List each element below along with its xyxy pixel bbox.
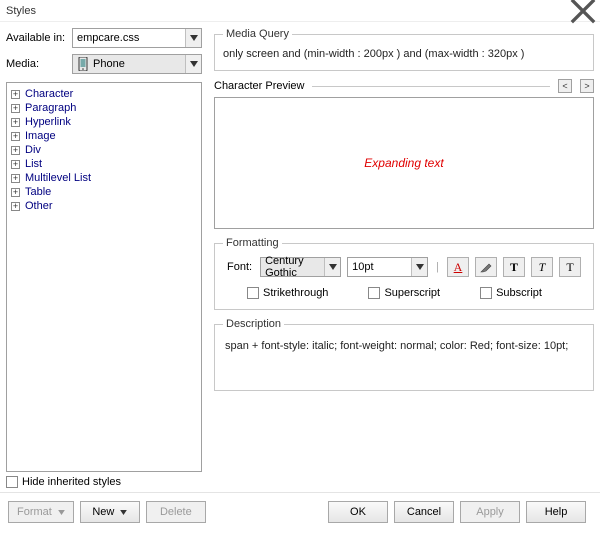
ok-button-label: OK — [350, 506, 366, 518]
strikethrough-checkbox[interactable]: Strikethrough — [247, 287, 328, 299]
hide-inherited-label: Hide inherited styles — [22, 476, 121, 488]
tree-item-hyperlink[interactable]: + Hyperlink — [9, 115, 199, 129]
preview-next-button[interactable]: > — [580, 79, 594, 93]
checkbox-icon — [368, 287, 380, 299]
cancel-button-label: Cancel — [407, 506, 441, 518]
chevron-down-icon — [120, 506, 127, 518]
tree-item-image[interactable]: + Image — [9, 129, 199, 143]
preview-prev-button[interactable]: < — [558, 79, 572, 93]
style-tree[interactable]: +Character +Paragraph +Hyperlink +Image … — [6, 82, 202, 472]
media-query-text: only screen and (min-width : 200px ) and… — [223, 46, 585, 62]
normal-button[interactable]: T — [559, 257, 581, 277]
media-combo[interactable]: Phone — [72, 54, 202, 74]
highlight-icon — [480, 261, 492, 273]
tree-item-paragraph[interactable]: + Paragraph — [9, 101, 199, 115]
tree-item-other[interactable]: + Other — [9, 199, 199, 213]
tree-item-label: Other — [25, 199, 53, 213]
italic-button[interactable]: T — [531, 257, 553, 277]
close-button[interactable] — [569, 2, 597, 20]
chevron-down-icon — [324, 258, 340, 276]
formatting-legend: Formatting — [223, 237, 282, 249]
tree-item-label: Multilevel List — [25, 171, 91, 185]
apply-button[interactable]: Apply — [460, 501, 520, 523]
superscript-checkbox[interactable]: Superscript — [368, 287, 440, 299]
apply-button-label: Apply — [476, 506, 504, 518]
tree-item-character[interactable]: + Character — [9, 87, 199, 101]
checkbox-icon — [247, 287, 259, 299]
font-size-value: 10pt — [352, 261, 373, 273]
media-query-legend: Media Query — [223, 28, 292, 40]
media-label: Media: — [6, 58, 72, 70]
chevron-down-icon — [185, 55, 201, 73]
media-query-group: Media Query only screen and (min-width :… — [214, 28, 594, 71]
checkbox-icon — [6, 476, 18, 488]
font-value: Century Gothic — [265, 255, 322, 279]
delete-button-label: Delete — [160, 506, 192, 518]
tree-item-label: Paragraph — [25, 101, 76, 115]
chevron-down-icon — [411, 258, 427, 276]
description-text: span + font-style: italic; font-weight: … — [223, 336, 585, 382]
close-icon — [569, 0, 597, 25]
help-button-label: Help — [545, 506, 568, 518]
ok-button[interactable]: OK — [328, 501, 388, 523]
tree-item-label: Hyperlink — [25, 115, 71, 129]
description-group: Description span + font-style: italic; f… — [214, 318, 594, 391]
tree-item-div[interactable]: + Div — [9, 143, 199, 157]
description-legend: Description — [223, 318, 284, 330]
character-preview-label: Character Preview — [214, 80, 304, 92]
cancel-button[interactable]: Cancel — [394, 501, 454, 523]
tree-item-list[interactable]: + List — [9, 157, 199, 171]
highlight-button[interactable] — [475, 257, 497, 277]
font-combo[interactable]: Century Gothic — [260, 257, 341, 277]
character-preview-box: Expanding text — [214, 97, 594, 229]
expand-icon[interactable]: + — [11, 118, 20, 127]
available-in-label: Available in: — [6, 32, 72, 44]
hide-inherited-checkbox[interactable]: Hide inherited styles — [6, 476, 121, 488]
superscript-label: Superscript — [384, 287, 440, 299]
tree-item-label: Table — [25, 185, 51, 199]
expand-icon[interactable]: + — [11, 104, 20, 113]
tree-item-table[interactable]: + Table — [9, 185, 199, 199]
available-in-combo[interactable]: empcare.css — [72, 28, 202, 48]
separator: | — [434, 261, 441, 273]
chevron-down-icon — [185, 29, 201, 47]
help-button[interactable]: Help — [526, 501, 586, 523]
preview-text: Expanding text — [364, 156, 443, 170]
font-color-button[interactable]: A — [447, 257, 469, 277]
divider — [312, 86, 550, 87]
available-in-value: empcare.css — [77, 32, 139, 44]
tree-item-label: Image — [25, 129, 56, 143]
media-value: Phone — [93, 58, 125, 70]
chevron-down-icon — [58, 506, 65, 518]
title-bar: Styles — [0, 0, 600, 22]
tree-item-multilevel-list[interactable]: + Multilevel List — [9, 171, 199, 185]
new-button-label: New — [92, 506, 114, 518]
font-size-combo[interactable]: 10pt — [347, 257, 428, 277]
strikethrough-label: Strikethrough — [263, 287, 328, 299]
expand-icon[interactable]: + — [11, 146, 20, 155]
tree-item-label: List — [25, 157, 42, 171]
new-button[interactable]: New — [80, 501, 140, 523]
format-button[interactable]: Format — [8, 501, 74, 523]
expand-icon[interactable]: + — [11, 90, 20, 99]
tree-item-label: Div — [25, 143, 41, 157]
format-button-label: Format — [17, 506, 52, 518]
expand-icon[interactable]: + — [11, 188, 20, 197]
bold-button[interactable]: T — [503, 257, 525, 277]
expand-icon[interactable]: + — [11, 132, 20, 141]
expand-icon[interactable]: + — [11, 160, 20, 169]
tree-item-label: Character — [25, 87, 73, 101]
window-title: Styles — [6, 5, 36, 17]
expand-icon[interactable]: + — [11, 202, 20, 211]
checkbox-icon — [480, 287, 492, 299]
subscript-checkbox[interactable]: Subscript — [480, 287, 542, 299]
font-label: Font: — [227, 261, 252, 273]
delete-button[interactable]: Delete — [146, 501, 206, 523]
phone-icon — [77, 57, 89, 71]
subscript-label: Subscript — [496, 287, 542, 299]
expand-icon[interactable]: + — [11, 174, 20, 183]
formatting-group: Formatting Font: Century Gothic 10pt | A… — [214, 237, 594, 310]
